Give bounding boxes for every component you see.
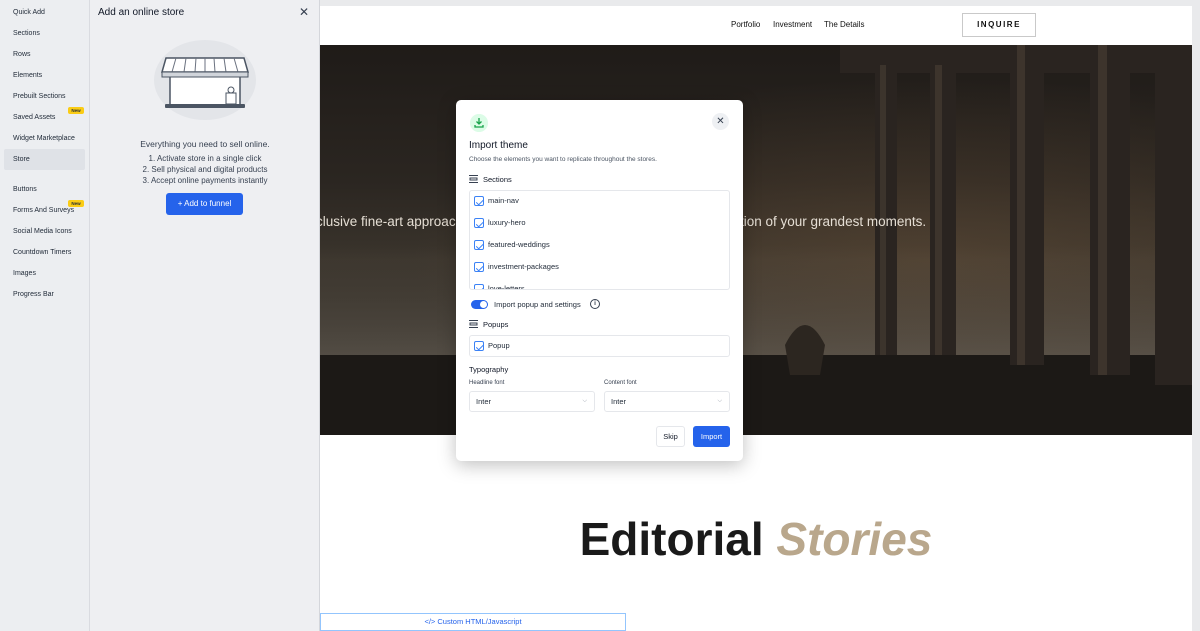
panel-headline: Everything you need to sell online. <box>140 139 270 149</box>
download-icon <box>470 114 488 132</box>
section-checkbox-featured-weddings[interactable]: featured-weddings <box>474 238 550 252</box>
import-button[interactable]: Import <box>693 426 730 447</box>
popups-list: Popup <box>469 335 730 357</box>
editorial-heading: Editorial Stories <box>320 512 1192 566</box>
toggle-label: Import popup and settings <box>494 300 581 309</box>
popups-label: Popups <box>483 320 509 329</box>
section-label: main-nav <box>488 196 519 205</box>
sidebar-item-saved-assets[interactable]: Saved Assets <box>4 107 85 128</box>
popup-label: Popup <box>488 341 510 350</box>
checkbox[interactable] <box>474 240 484 250</box>
store-step: 1. Activate store in a single click <box>148 154 262 163</box>
headline-font-value: Inter <box>476 397 492 406</box>
store-panel: Add an online store ✕ Everything you nee… <box>90 0 320 631</box>
sidebar-item-prebuilt-sections[interactable]: Prebuilt Sections <box>4 86 85 107</box>
inquire-button[interactable]: INQUIRE <box>962 13 1036 37</box>
hero-columns-image <box>320 45 1192 435</box>
heading-accent: Stories <box>776 513 933 565</box>
store-step: 2. Sell physical and digital products <box>142 165 268 174</box>
hero-text-left: clusive fine-art approach <box>320 214 464 229</box>
modal-title: Import theme <box>469 140 528 151</box>
close-icon[interactable]: ✕ <box>298 6 310 18</box>
site-nav: Portfolio Investment The Details INQUIRE <box>320 6 1192 45</box>
sidebar-item-forms-and-surveys[interactable]: Forms And Surveys <box>4 200 85 221</box>
sidebar-item-sections[interactable]: Sections <box>4 23 85 44</box>
hero-text-right: tion of your grandest moments. <box>740 214 927 229</box>
section-checkbox-love-letters[interactable]: love-letters <box>474 282 525 290</box>
section-label: featured-weddings <box>488 240 550 249</box>
section-checkbox-main-nav[interactable]: main-nav <box>474 194 519 208</box>
checkbox[interactable] <box>474 284 484 289</box>
store-step: 3. Accept online payments instantly <box>142 176 268 185</box>
storefront-illustration-icon <box>154 40 256 120</box>
chevron-down-icon: ⌵ <box>717 398 722 404</box>
popups-icon <box>469 320 478 328</box>
section-label: luxury-hero <box>488 218 526 227</box>
element-sidebar: Quick Add Sections Rows Elements Prebuil… <box>0 0 90 631</box>
sidebar-item-quick-add[interactable]: Quick Add <box>4 2 85 23</box>
checkbox[interactable] <box>474 262 484 272</box>
content-font-value: Inter <box>611 397 627 406</box>
add-to-funnel-button[interactable]: + Add to funnel <box>166 193 243 215</box>
sidebar-item-social-media-icons[interactable]: Social Media Icons <box>4 221 85 242</box>
panel-title: Add an online store <box>98 7 185 18</box>
sidebar-item-store[interactable]: Store <box>4 149 85 170</box>
sections-list: main-nav luxury-hero featured-weddings i… <box>469 190 730 290</box>
content-font-label: Content font <box>604 380 637 386</box>
modal-close-button[interactable]: ✕ <box>712 113 729 130</box>
sidebar-item-countdown-timers[interactable]: Countdown Timers <box>4 242 85 263</box>
sections-icon <box>469 175 478 183</box>
chevron-down-icon: ⌵ <box>582 398 587 404</box>
custom-html-element[interactable]: </> Custom HTML/Javascript <box>320 613 626 631</box>
nav-link-investment[interactable]: Investment <box>773 20 812 29</box>
sections-header: Sections <box>469 175 512 184</box>
import-popup-toggle[interactable] <box>471 300 488 309</box>
sidebar-item-images[interactable]: Images <box>4 263 85 284</box>
sidebar-item-rows[interactable]: Rows <box>4 44 85 65</box>
section-label: love-letters <box>488 284 525 290</box>
site-preview: Portfolio Investment The Details INQUIRE <box>320 6 1192 631</box>
headline-font-label: Headline font <box>469 380 505 386</box>
section-checkbox-luxury-hero[interactable]: luxury-hero <box>474 216 526 230</box>
checkbox[interactable] <box>474 196 484 206</box>
sidebar-item-buttons[interactable]: Buttons <box>4 179 85 200</box>
section-label: investment-packages <box>488 262 559 271</box>
sections-label: Sections <box>483 175 512 184</box>
content-font-select[interactable]: Inter ⌵ <box>604 391 730 412</box>
import-theme-modal: ✕ Import theme Choose the elements you w… <box>456 100 743 461</box>
sidebar-item-progress-bar[interactable]: Progress Bar <box>4 284 85 305</box>
nav-link-portfolio[interactable]: Portfolio <box>731 20 760 29</box>
modal-subtitle: Choose the elements you want to replicat… <box>469 156 657 163</box>
hero-section: clusive fine-art approach tion of your g… <box>320 45 1192 435</box>
popups-header: Popups <box>469 320 508 329</box>
section-checkbox-investment-packages[interactable]: investment-packages <box>474 260 559 274</box>
heading-main: Editorial <box>579 513 764 565</box>
nav-link-the-details[interactable]: The Details <box>824 20 864 29</box>
checkbox[interactable] <box>474 341 484 351</box>
popup-checkbox[interactable]: Popup <box>474 339 510 353</box>
sidebar-item-widget-marketplace[interactable]: Widget Marketplace <box>4 128 85 149</box>
skip-button[interactable]: Skip <box>656 426 685 447</box>
sidebar-item-elements[interactable]: Elements <box>4 65 85 86</box>
typography-label: Typography <box>469 365 509 374</box>
headline-font-select[interactable]: Inter ⌵ <box>469 391 595 412</box>
checkbox[interactable] <box>474 218 484 228</box>
info-icon[interactable]: i <box>590 299 600 309</box>
